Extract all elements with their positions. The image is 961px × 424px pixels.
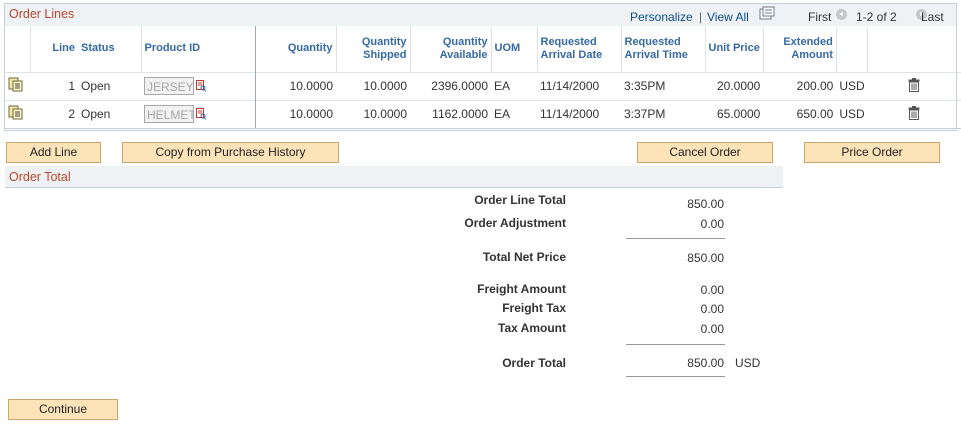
col-product-id: Product ID bbox=[141, 26, 256, 72]
order-total-value: 850.00 bbox=[687, 356, 724, 370]
ext-amount-line1: Extended bbox=[783, 35, 833, 48]
row-detail-icon[interactable] bbox=[5, 71, 30, 100]
cell-unit-price: 65.0000 bbox=[705, 99, 764, 129]
cell-currency: USD bbox=[836, 71, 868, 100]
req-time-line2: Arrival Time bbox=[624, 48, 688, 61]
delete-row-button[interactable] bbox=[867, 99, 961, 129]
order-line-total-value: 850.00 bbox=[687, 197, 724, 211]
qty-available-line2: Available bbox=[439, 48, 488, 61]
personalize-link[interactable]: Personalize bbox=[630, 10, 693, 24]
cell-quantity-shipped: 10.0000 bbox=[336, 99, 410, 129]
req-time-line1: Requested bbox=[624, 35, 681, 48]
cell-unit-price: 20.0000 bbox=[705, 71, 764, 100]
tax-amount-value: 0.00 bbox=[700, 322, 724, 336]
cell-quantity-shipped: 10.0000 bbox=[336, 71, 410, 100]
req-date-line2: Arrival Date bbox=[540, 48, 603, 61]
col-unit-price: Unit Price bbox=[705, 26, 764, 72]
nav-separator: | bbox=[699, 10, 703, 24]
table-row: 1 Open JERSEY 10.0000 10.0000 2396.0000 … bbox=[5, 71, 961, 100]
table-row: 2 Open HELMET 10.0000 10.0000 1162.0000 … bbox=[5, 99, 961, 129]
cell-uom: EA bbox=[491, 71, 537, 100]
cell-arrival-time: 3:35PM bbox=[621, 71, 705, 100]
cell-arrival-date: 11/14/2000 bbox=[537, 71, 621, 100]
first-label: First bbox=[808, 10, 832, 24]
cell-status: Open bbox=[78, 99, 141, 129]
col-requested-arrival-time: Requested Arrival Time bbox=[621, 26, 706, 72]
col-select bbox=[5, 26, 31, 72]
lookup-icon[interactable] bbox=[196, 108, 207, 120]
col-requested-arrival-date: Requested Arrival Date bbox=[537, 26, 622, 72]
cell-currency: USD bbox=[836, 99, 868, 129]
order-adjustment-value: 0.00 bbox=[700, 217, 724, 231]
cell-extended-amount: 200.00 bbox=[763, 71, 837, 100]
qty-shipped-line1: Quantity bbox=[361, 35, 407, 48]
table-header-row: Line Status Product ID Quantity Quantity… bbox=[5, 26, 961, 72]
continue-button[interactable]: Continue bbox=[8, 399, 118, 420]
page-range: 1-2 of 2 bbox=[856, 10, 897, 24]
req-date-line1: Requested bbox=[540, 35, 597, 48]
cell-line: 2 bbox=[30, 99, 78, 129]
qty-available-line1: Quantity bbox=[442, 35, 488, 48]
add-line-button[interactable]: Add Line bbox=[6, 142, 101, 163]
cancel-order-button[interactable]: Cancel Order bbox=[637, 142, 773, 163]
freight-amount-value: 0.00 bbox=[700, 283, 724, 297]
cell-extended-amount: 650.00 bbox=[763, 99, 837, 129]
col-extended-amount: Extended Amount bbox=[763, 26, 837, 72]
product-id-field[interactable]: HELMET bbox=[144, 105, 194, 123]
cell-line: 1 bbox=[30, 71, 78, 100]
col-delete bbox=[868, 26, 961, 72]
last-label: Last bbox=[921, 10, 944, 24]
row-detail-icon[interactable] bbox=[5, 99, 30, 129]
subtotal-divider bbox=[626, 238, 725, 239]
copy-from-purchase-history-button[interactable]: Copy from Purchase History bbox=[122, 142, 339, 163]
view-all-link[interactable]: View All bbox=[707, 10, 749, 24]
col-quantity-available: Quantity Available bbox=[410, 26, 492, 72]
order-total-currency: USD bbox=[735, 356, 761, 370]
col-status: Status bbox=[78, 26, 142, 72]
cell-product-id: HELMET bbox=[141, 99, 256, 129]
col-currency bbox=[836, 26, 869, 72]
cell-status: Open bbox=[78, 71, 141, 100]
cell-quantity: 10.0000 bbox=[255, 99, 336, 129]
total-divider-top bbox=[626, 344, 725, 345]
order-lines-table: Line Status Product ID Quantity Quantity… bbox=[5, 26, 961, 129]
order-total-title: Order Total bbox=[9, 170, 71, 184]
cell-arrival-date: 11/14/2000 bbox=[537, 99, 621, 129]
cell-product-id: JERSEY bbox=[141, 71, 256, 100]
qty-shipped-line2: Shipped bbox=[363, 48, 407, 61]
cell-quantity: 10.0000 bbox=[255, 71, 336, 100]
cell-quantity-available: 1162.0000 bbox=[410, 99, 491, 129]
col-quantity-shipped: Quantity Shipped bbox=[336, 26, 411, 72]
order-lines-title: Order Lines bbox=[9, 7, 75, 21]
order-total-title-bar bbox=[5, 166, 783, 188]
product-id-field[interactable]: JERSEY bbox=[144, 77, 194, 95]
cell-uom: EA bbox=[491, 99, 537, 129]
lookup-icon[interactable] bbox=[196, 80, 207, 92]
total-divider-bottom bbox=[626, 376, 725, 377]
trash-icon bbox=[908, 105, 920, 120]
cell-arrival-time: 3:37PM bbox=[621, 99, 705, 129]
price-order-button[interactable]: Price Order bbox=[804, 142, 940, 163]
ext-amount-line2: Amount bbox=[791, 48, 833, 61]
col-quantity: Quantity bbox=[255, 26, 337, 72]
trash-icon bbox=[908, 77, 920, 92]
cell-quantity-available: 2396.0000 bbox=[410, 71, 491, 100]
col-line: Line bbox=[52, 42, 75, 55]
download-grid-icon[interactable] bbox=[759, 6, 775, 23]
delete-row-button[interactable] bbox=[867, 71, 961, 100]
previous-page-icon[interactable] bbox=[836, 9, 847, 20]
col-uom: UOM bbox=[491, 26, 538, 72]
freight-tax-value: 0.00 bbox=[700, 302, 724, 316]
total-net-price-value: 850.00 bbox=[687, 251, 724, 265]
